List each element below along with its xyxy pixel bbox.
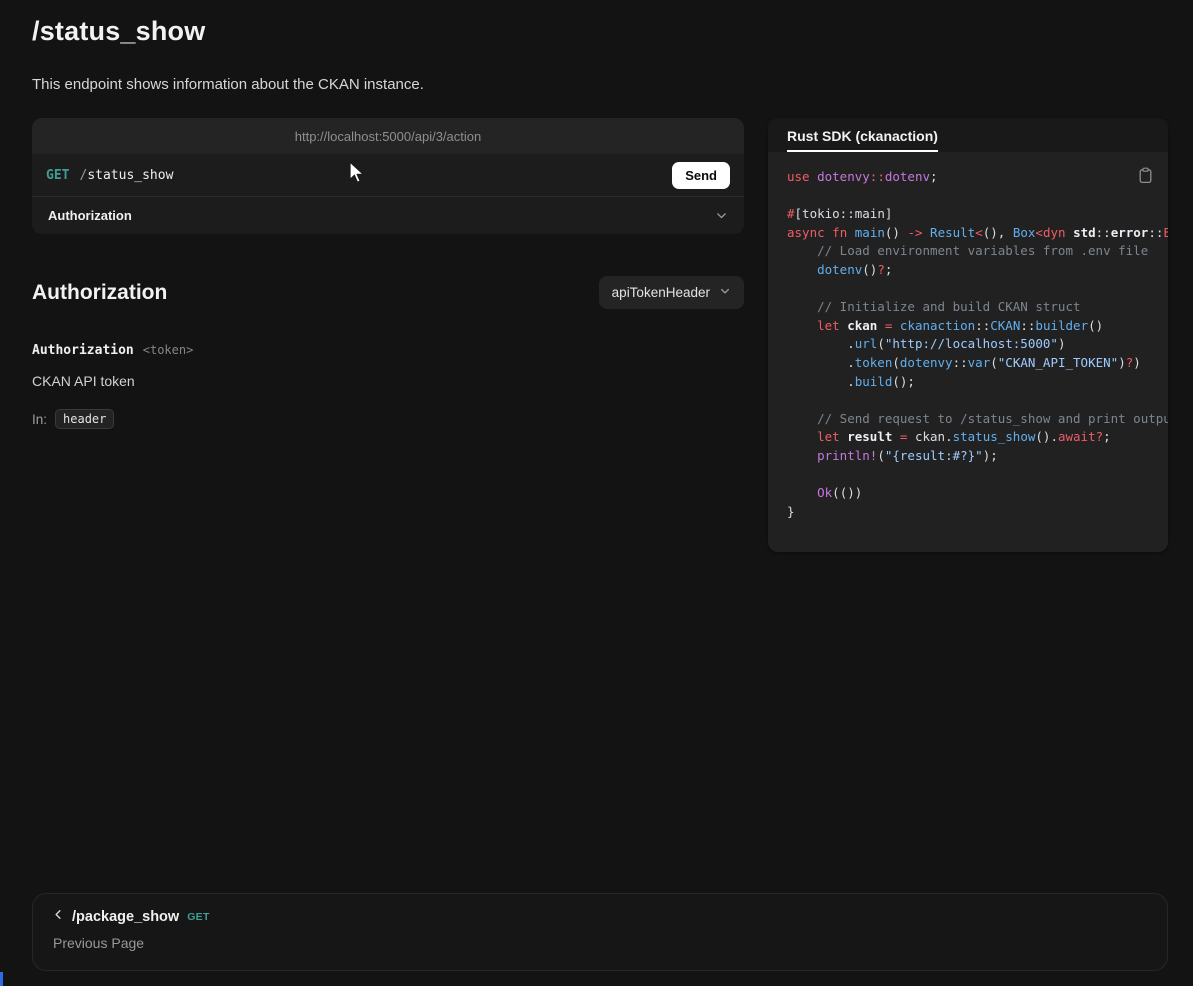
authorization-row-label: Authorization — [48, 208, 132, 223]
auth-param-description: CKAN API token — [32, 373, 744, 389]
chevron-left-icon — [52, 908, 64, 926]
clipboard-icon — [1138, 172, 1153, 187]
in-value-badge: header — [55, 409, 114, 429]
edge-marker — [0, 972, 3, 986]
endpoint-path: /status_show — [79, 168, 173, 183]
auth-scheme-selected: apiTokenHeader — [612, 285, 710, 300]
auth-scheme-dropdown[interactable]: apiTokenHeader — [599, 276, 744, 309]
tab-rust-sdk[interactable]: Rust SDK (ckanaction) — [787, 128, 938, 152]
previous-page-label: Previous Page — [53, 935, 1148, 951]
copy-code-button[interactable] — [1136, 165, 1155, 189]
page-title: /status_show — [32, 16, 205, 47]
previous-page-row: /package_show GET — [52, 908, 1148, 926]
previous-endpoint-method: GET — [187, 911, 210, 923]
auth-param-type: <token> — [143, 343, 194, 357]
chevron-down-icon — [719, 285, 731, 300]
sdk-code-panel: Rust SDK (ckanaction) use dotenvy::doten… — [768, 118, 1168, 552]
authorization-section: Authorization apiTokenHeader Authorizati… — [32, 276, 744, 429]
authorization-section-header: Authorization apiTokenHeader — [32, 276, 744, 309]
previous-endpoint-path: /package_show — [72, 909, 179, 925]
endpoint-path-name: status_show — [87, 168, 173, 183]
authorization-collapsible-row[interactable]: Authorization — [32, 196, 744, 234]
send-button[interactable]: Send — [672, 162, 730, 189]
previous-page-card[interactable]: /package_show GET Previous Page — [32, 893, 1168, 971]
request-card: http://localhost:5000/api/3/action GET /… — [32, 118, 744, 234]
endpoint-description: This endpoint shows information about th… — [32, 76, 424, 93]
auth-param-row: Authorization <token> — [32, 343, 744, 358]
sdk-tab-bar: Rust SDK (ckanaction) — [768, 118, 1168, 152]
in-label: In: — [32, 412, 47, 427]
http-method-badge: GET — [46, 168, 69, 183]
chevron-down-icon — [715, 209, 728, 222]
authorization-heading: Authorization — [32, 281, 167, 305]
code-area: use dotenvy::dotenv; #[tokio::main]async… — [768, 152, 1168, 552]
auth-param-location-row: In: header — [32, 409, 744, 429]
base-url-bar[interactable]: http://localhost:5000/api/3/action — [32, 118, 744, 154]
base-url-text: http://localhost:5000/api/3/action — [295, 129, 481, 144]
auth-param-name: Authorization — [32, 343, 134, 358]
code-block[interactable]: use dotenvy::dotenv; #[tokio::main]async… — [768, 152, 1168, 537]
request-method-row: GET /status_show Send — [32, 154, 744, 196]
